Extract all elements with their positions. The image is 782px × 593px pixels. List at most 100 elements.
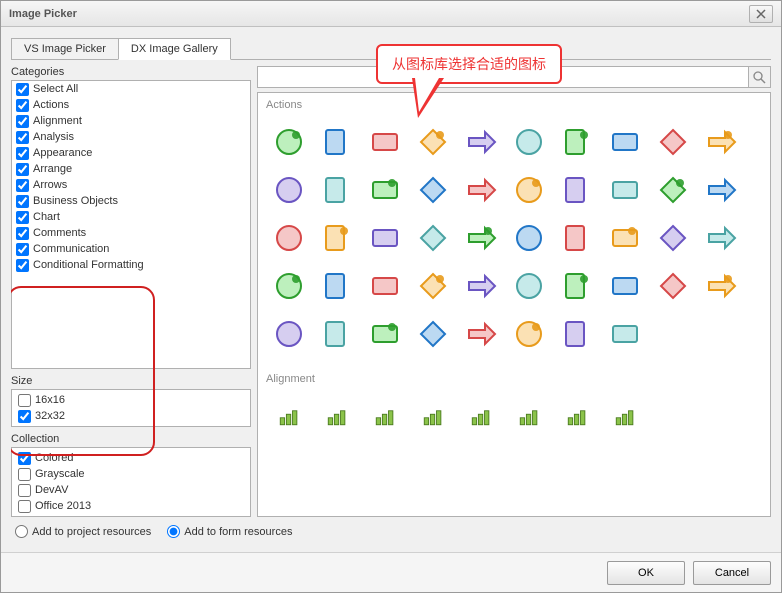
- gallery-icon-disk-alt[interactable]: [650, 215, 696, 261]
- category-item[interactable]: Select All: [12, 81, 250, 97]
- gallery-icon-a3[interactable]: [362, 393, 408, 439]
- category-checkbox[interactable]: [16, 179, 29, 192]
- category-checkbox[interactable]: [16, 147, 29, 160]
- category-checkbox[interactable]: [16, 243, 29, 256]
- gallery-icon-add-panel[interactable]: [410, 215, 456, 261]
- collection-checkbox[interactable]: [18, 452, 31, 465]
- gallery-icon-add-page[interactable]: [362, 119, 408, 165]
- gallery-icon-trash[interactable]: [554, 311, 600, 357]
- gallery-icon-align[interactable]: [458, 311, 504, 357]
- category-checkbox[interactable]: [16, 83, 29, 96]
- gallery-icon-collapse[interactable]: [554, 263, 600, 309]
- collection-item[interactable]: Colored: [14, 450, 248, 466]
- size-checkbox[interactable]: [18, 410, 31, 423]
- gallery-icon-redo[interactable]: [458, 263, 504, 309]
- add-to-project-radio[interactable]: [15, 525, 28, 538]
- gallery-icon-goto[interactable]: [698, 263, 744, 309]
- gallery-icon-folder-open-alt[interactable]: [314, 263, 360, 309]
- gallery-icon-export[interactable]: [314, 167, 360, 213]
- gallery-icon-calc[interactable]: [554, 119, 600, 165]
- gallery-icon-disk[interactable]: [602, 215, 648, 261]
- gallery-icon-add[interactable]: [266, 119, 312, 165]
- category-item[interactable]: Communication: [12, 241, 250, 257]
- size-checkbox[interactable]: [18, 394, 31, 407]
- category-checkbox[interactable]: [16, 259, 29, 272]
- collection-checkbox[interactable]: [18, 500, 31, 513]
- gallery-icon-minus[interactable]: [506, 263, 552, 309]
- category-checkbox[interactable]: [16, 227, 29, 240]
- gallery-icon-forward[interactable]: [650, 263, 696, 309]
- gallery-icon-download[interactable]: [458, 167, 504, 213]
- add-to-form-option[interactable]: Add to form resources: [167, 525, 292, 538]
- collection-checkbox[interactable]: [18, 468, 31, 481]
- gallery-icon-a5[interactable]: [458, 393, 504, 439]
- collection-item[interactable]: Office 2013: [14, 498, 248, 514]
- gallery-icon-book[interactable]: [362, 263, 408, 309]
- gallery-icon-refresh[interactable]: [266, 167, 312, 213]
- category-item[interactable]: Appearance: [12, 145, 250, 161]
- category-checkbox[interactable]: [16, 211, 29, 224]
- add-to-project-option[interactable]: Add to project resources: [15, 525, 151, 538]
- gallery-icon-a8[interactable]: [602, 393, 648, 439]
- gallery-icon-upload[interactable]: [602, 311, 648, 357]
- gallery-icon-cancel[interactable]: [458, 119, 504, 165]
- category-item[interactable]: Conditional Formatting: [12, 257, 250, 273]
- gallery-icon-ab-edit[interactable]: [554, 167, 600, 213]
- collection-item[interactable]: DevAV: [14, 482, 248, 498]
- category-checkbox[interactable]: [16, 99, 29, 112]
- gallery-icon-add-file[interactable]: [314, 119, 360, 165]
- category-item[interactable]: Analysis: [12, 129, 250, 145]
- gallery-icon-a6[interactable]: [506, 393, 552, 439]
- gallery-icon-folder-yellow[interactable]: [266, 263, 312, 309]
- gallery-icon-back[interactable]: [602, 263, 648, 309]
- gallery-icon-layers[interactable]: [266, 215, 312, 261]
- gallery-icon-eye[interactable]: [362, 311, 408, 357]
- cancel-button[interactable]: Cancel: [693, 561, 771, 585]
- icon-gallery[interactable]: Actions Alignment: [257, 92, 771, 517]
- collection-item[interactable]: Grayscale: [14, 466, 248, 482]
- close-button[interactable]: [749, 5, 773, 23]
- category-item[interactable]: Arrows: [12, 177, 250, 193]
- gallery-icon-folder-up[interactable]: [554, 215, 600, 261]
- gallery-icon-grid[interactable]: [602, 119, 648, 165]
- size-item[interactable]: 16x16: [14, 392, 248, 408]
- gallery-icon-grid-edit[interactable]: [650, 167, 696, 213]
- tab-vs-image-picker[interactable]: VS Image Picker: [11, 38, 119, 60]
- category-checkbox[interactable]: [16, 115, 29, 128]
- gallery-icon-copy[interactable]: [698, 167, 744, 213]
- gallery-icon-select-all[interactable]: [266, 311, 312, 357]
- category-item[interactable]: Comments: [12, 225, 250, 241]
- gallery-icon-new[interactable]: [458, 215, 504, 261]
- category-checkbox[interactable]: [16, 131, 29, 144]
- categories-list[interactable]: Select AllActionsAlignmentAnalysisAppear…: [11, 80, 251, 369]
- search-icon[interactable]: [749, 66, 771, 88]
- gallery-icon-clear[interactable]: [506, 119, 552, 165]
- gallery-icon-delete[interactable]: [698, 119, 744, 165]
- gallery-icon-undo[interactable]: [410, 263, 456, 309]
- gallery-icon-select-region[interactable]: [314, 311, 360, 357]
- add-to-form-radio[interactable]: [167, 525, 180, 538]
- category-item[interactable]: Alignment: [12, 113, 250, 129]
- gallery-icon-a7[interactable]: [554, 393, 600, 439]
- size-item[interactable]: 32x32: [14, 408, 248, 424]
- category-item[interactable]: Actions: [12, 97, 250, 113]
- gallery-icon-picture[interactable]: [362, 215, 408, 261]
- category-item[interactable]: Arrange: [12, 161, 250, 177]
- gallery-icon-columns[interactable]: [506, 311, 552, 357]
- gallery-icon-apply[interactable]: [410, 119, 456, 165]
- category-checkbox[interactable]: [16, 163, 29, 176]
- gallery-icon-a1[interactable]: [266, 393, 312, 439]
- tab-dx-image-gallery[interactable]: DX Image Gallery: [118, 38, 231, 60]
- gallery-icon-folder-open[interactable]: [506, 215, 552, 261]
- collection-checkbox[interactable]: [18, 484, 31, 497]
- gallery-icon-down[interactable]: [602, 167, 648, 213]
- gallery-icon-folder-blue[interactable]: [698, 215, 744, 261]
- gallery-icon-remove-row[interactable]: [362, 167, 408, 213]
- gallery-icon-swap[interactable]: [410, 311, 456, 357]
- gallery-icon-a2[interactable]: [314, 393, 360, 439]
- gallery-icon-download-alt[interactable]: [506, 167, 552, 213]
- gallery-icon-document[interactable]: [410, 167, 456, 213]
- category-item[interactable]: Chart: [12, 209, 250, 225]
- gallery-icon-arrow-down[interactable]: [650, 119, 696, 165]
- category-item[interactable]: Business Objects: [12, 193, 250, 209]
